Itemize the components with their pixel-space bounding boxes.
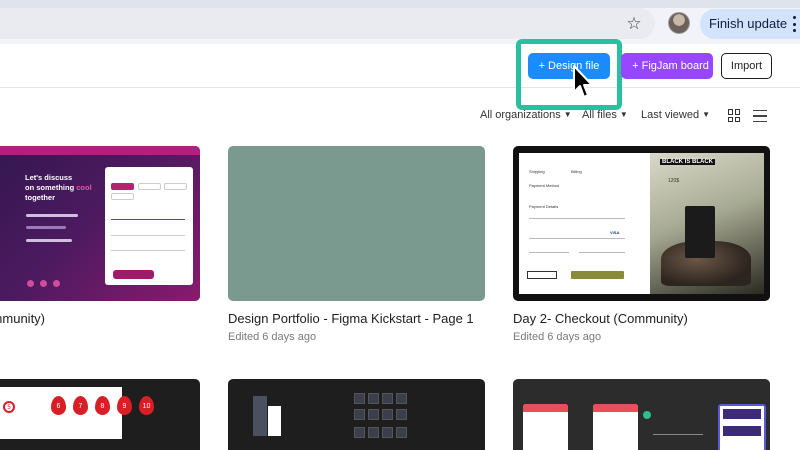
finish-update-label: Finish update — [709, 16, 788, 31]
thumbnail-square — [354, 393, 365, 404]
pay-button-preview — [571, 271, 624, 279]
number-drop: 8 — [95, 396, 110, 415]
file-edited-time: Edited 6 days ago — [513, 331, 602, 343]
thumbnail-square — [354, 427, 365, 438]
connector-line — [653, 434, 703, 435]
number-drop: 6 — [51, 396, 66, 415]
chevron-down-icon: ▼ — [702, 110, 711, 119]
thumbnail-form — [105, 167, 193, 285]
thumbnail-panel — [268, 406, 281, 436]
thumbnail-square — [368, 393, 379, 404]
thumbnail-square — [382, 427, 393, 438]
file-edited-time: Edited 6 days ago — [228, 331, 317, 343]
finish-update-button[interactable]: Finish update — [700, 9, 800, 39]
address-bar[interactable] — [0, 8, 655, 39]
form-field — [529, 252, 569, 253]
checkout-step-label: Shipping — [529, 169, 545, 174]
file-thumbnail[interactable] — [228, 379, 485, 450]
organizations-filter[interactable]: All organizations ▼ — [480, 109, 572, 121]
file-thumbnail[interactable]: Shipping Billing Payment Method Payment … — [513, 146, 770, 301]
browser-toolbar: ☆ Finish update — [0, 8, 800, 44]
social-icon — [40, 280, 47, 287]
organizations-filter-label: All organizations — [480, 109, 561, 121]
browser-tabstrip — [0, 0, 800, 8]
list-view-icon[interactable] — [753, 110, 767, 122]
mouse-cursor-icon — [573, 65, 593, 98]
thumbnail-square — [382, 409, 393, 420]
back-button-preview — [527, 271, 557, 279]
checkout-step-label: Billing — [571, 169, 582, 174]
import-button[interactable]: Import — [721, 53, 772, 79]
files-filter-label: All files — [582, 109, 617, 121]
chevron-down-icon: ▼ — [619, 110, 628, 119]
number-drop: 7 — [73, 396, 88, 415]
new-figjam-board-button[interactable]: + FigJam board — [621, 53, 713, 79]
product-brand: BLACK IS BLACK — [660, 159, 715, 165]
thumbnail-square — [354, 409, 365, 420]
grid-view-icon[interactable] — [728, 109, 741, 122]
thumbnail-square — [396, 409, 407, 420]
files-filter[interactable]: All files ▼ — [582, 109, 628, 121]
headline-accent: cool — [76, 183, 92, 192]
status-dot — [643, 411, 651, 419]
file-thumbnail[interactable]: Let's discuss on something cool together — [0, 146, 200, 301]
thumbnail-topbar — [0, 146, 200, 155]
visa-logo: VISA — [610, 230, 620, 235]
phone-preview — [523, 404, 568, 450]
contact-line — [26, 239, 72, 242]
number-circle: 5 — [3, 401, 15, 413]
thumbnail-square — [368, 409, 379, 420]
thumbnail-square — [382, 393, 393, 404]
form-field — [579, 252, 625, 253]
thumbnail-square — [368, 427, 379, 438]
thumbnail-panel — [253, 396, 267, 436]
card-preview — [718, 404, 766, 450]
checkout-section-label: Payment Method — [529, 183, 560, 188]
file-thumbnail[interactable] — [228, 146, 485, 301]
social-icon — [53, 280, 60, 287]
thumbnail-headline: Let's discuss on something cool together — [25, 173, 95, 203]
product-bottle — [685, 206, 715, 258]
social-icon — [27, 280, 34, 287]
sort-filter[interactable]: Last viewed ▼ — [641, 109, 710, 121]
file-thumbnail[interactable] — [513, 379, 770, 450]
thumbnail-square — [396, 393, 407, 404]
chevron-down-icon: ▼ — [563, 110, 572, 119]
file-title[interactable]: Design Portfolio - Figma Kickstart - Pag… — [228, 311, 474, 326]
headline-line: on something — [25, 183, 75, 192]
form-field — [529, 238, 625, 239]
file-title[interactable]: orm UI (Community) — [0, 311, 45, 326]
star-icon[interactable]: ☆ — [624, 14, 644, 34]
headline-line: together — [25, 193, 55, 202]
contact-line — [26, 226, 66, 229]
number-drop: 9 — [117, 396, 132, 415]
send-button-preview — [113, 270, 154, 279]
tutorial-highlight-box — [516, 39, 622, 110]
number-drop: 10 — [139, 396, 154, 415]
form-field — [529, 218, 625, 219]
thumbnail-square — [396, 427, 407, 438]
sort-filter-label: Last viewed — [641, 109, 700, 121]
file-thumbnail[interactable]: 6 7 8 9 10 5 — [0, 379, 200, 450]
contact-line — [26, 214, 78, 217]
phone-preview — [593, 404, 638, 450]
product-price: 120$ — [668, 178, 680, 184]
figma-file-browser: ☆ Finish update + Design file + FigJam b… — [0, 0, 800, 450]
file-title[interactable]: Day 2- Checkout (Community) — [513, 311, 688, 326]
profile-avatar[interactable] — [668, 12, 690, 34]
checkout-section-label: Payment Details — [529, 204, 559, 209]
headline-line: Let's discuss — [25, 173, 73, 182]
kebab-menu-icon — [792, 16, 796, 32]
